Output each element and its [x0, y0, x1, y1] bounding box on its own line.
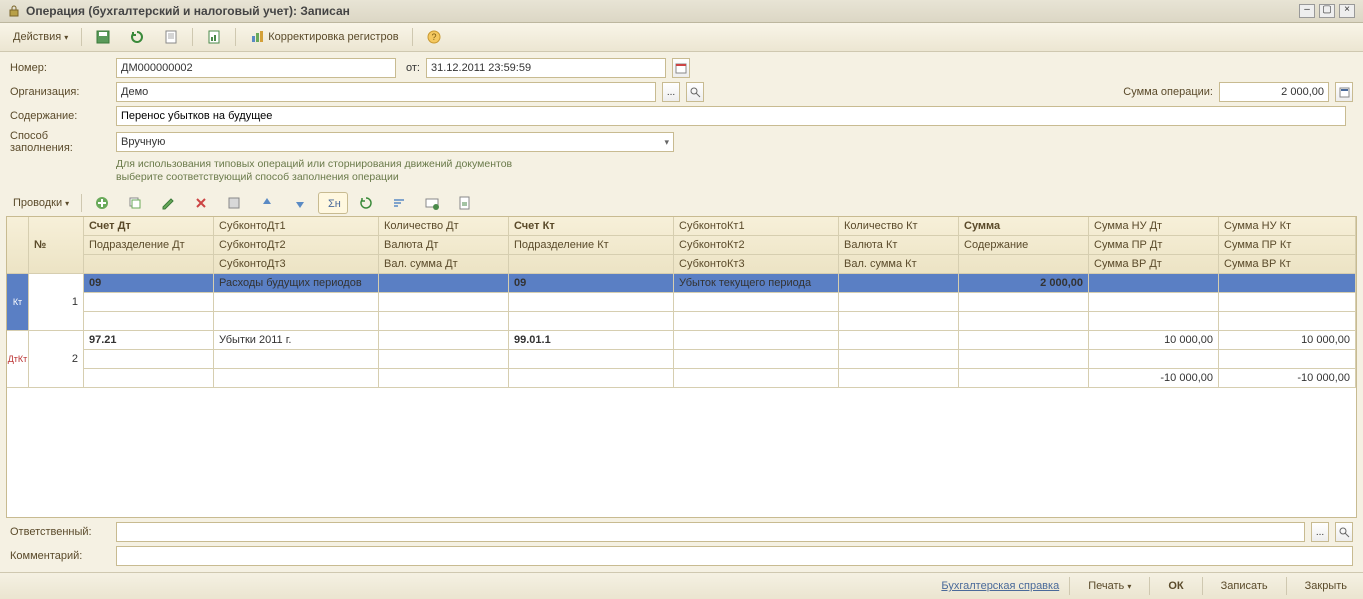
tb-report-icon[interactable]: [199, 26, 229, 48]
responsible-field[interactable]: [116, 522, 1305, 542]
minimize-button[interactable]: –: [1299, 4, 1315, 18]
col-subdt3: СубконтоДт3: [214, 255, 379, 274]
date-label: от:: [406, 62, 420, 74]
close-footer-button[interactable]: Закрыть: [1297, 578, 1355, 594]
svg-text:Σн: Σн: [328, 198, 341, 210]
org-search-button[interactable]: [686, 82, 704, 102]
date-picker-button[interactable]: [672, 58, 690, 78]
ok-button[interactable]: ОК: [1160, 578, 1191, 594]
col-subkt3: СубконтоКт3: [674, 255, 839, 274]
sum-button[interactable]: Σн: [318, 192, 348, 214]
sum-field[interactable]: 2 000,00: [1219, 82, 1329, 102]
fill-label: Способ заполнения:: [10, 130, 110, 154]
print-button[interactable]: Печать ▾: [1080, 578, 1139, 594]
sum-calc-button[interactable]: [1335, 82, 1353, 102]
tb-refresh-icon[interactable]: [122, 26, 152, 48]
responsible-select-button[interactable]: ...: [1311, 522, 1329, 542]
close-button[interactable]: ×: [1339, 4, 1355, 18]
edit-row-button[interactable]: [153, 192, 183, 214]
responsible-label: Ответственный:: [10, 526, 110, 538]
col-acc-kt: Счет Кт: [509, 217, 674, 236]
save-button[interactable]: Записать: [1213, 578, 1276, 594]
maximize-button[interactable]: ▢: [1319, 4, 1335, 18]
move-down-button[interactable]: [285, 192, 315, 214]
move-up-button[interactable]: [252, 192, 282, 214]
footer-bar: Бухгалтерская справка Печать ▾ ОК Записа…: [0, 572, 1363, 599]
settings-button[interactable]: [417, 192, 447, 214]
col-cur-dt: Валюта Дт: [379, 236, 509, 255]
help-button[interactable]: ?: [419, 26, 449, 48]
col-nu-dt: Сумма НУ Дт: [1089, 217, 1219, 236]
entries-grid[interactable]: № Счет Дт Подразделение Дт СубконтоДт1 С…: [6, 216, 1357, 518]
comment-label: Комментарий:: [10, 550, 110, 562]
col-dept-kt: Подразделение Кт: [509, 236, 674, 255]
delete-row-button[interactable]: [186, 192, 216, 214]
actions-menu[interactable]: Действия ▾: [6, 26, 75, 48]
lock-icon: [8, 5, 20, 17]
hint-text: Для использования типовых операций или с…: [116, 158, 1353, 184]
col-num: №: [29, 217, 84, 274]
responsible-search-button[interactable]: [1335, 522, 1353, 542]
org-field[interactable]: Демо: [116, 82, 656, 102]
table-row[interactable]: ДтКт 2 97.21 Убытки 2011 г. 99.01.1 10 0…: [7, 331, 1356, 388]
entries-menu[interactable]: Проводки ▾: [6, 192, 76, 214]
tb-doc-icon[interactable]: [156, 26, 186, 48]
org-select-button[interactable]: ...: [662, 82, 680, 102]
col-dept-dt: Подразделение Дт: [84, 236, 214, 255]
col-nu-kt: Сумма НУ Кт: [1219, 217, 1356, 236]
form-area: Номер: ДМ000000002 от: 31.12.2011 23:59:…: [0, 52, 1363, 190]
col-subdt2: СубконтоДт2: [214, 236, 379, 255]
sort-button[interactable]: [384, 192, 414, 214]
org-label: Организация:: [10, 86, 110, 98]
col-subdt1: СубконтоДт1: [214, 217, 379, 236]
comment-field[interactable]: [116, 546, 1353, 566]
col-qty-dt: Количество Дт: [379, 217, 509, 236]
fill-button[interactable]: [219, 192, 249, 214]
col-pr-dt: Сумма ПР Дт: [1089, 236, 1219, 255]
col-cursum-kt: Вал. сумма Кт: [839, 255, 959, 274]
date-field[interactable]: 31.12.2011 23:59:59: [426, 58, 666, 78]
add-row-button[interactable]: [87, 192, 117, 214]
window-title: Операция (бухгалтерский и налоговый учет…: [26, 4, 1293, 18]
col-content: Содержание: [959, 236, 1089, 255]
col-subkt2: СубконтоКт2: [674, 236, 839, 255]
col-pr-kt: Сумма ПР Кт: [1219, 236, 1356, 255]
grid-toolbar: Проводки ▾ Σн: [0, 190, 1363, 216]
grid-body[interactable]: Кт 1 09 Расходы будущих периодов 09 Убыт…: [7, 274, 1356, 517]
col-subkt1: СубконтоКт1: [674, 217, 839, 236]
bottom-fields: Ответственный: ... Комментарий:: [0, 518, 1363, 572]
content-field[interactable]: [116, 106, 1346, 126]
col-vr-kt: Сумма ВР Кт: [1219, 255, 1356, 274]
col-acc-dt: Счет Дт: [84, 217, 214, 236]
svg-text:?: ?: [431, 32, 436, 42]
main-toolbar: Действия ▾ Корректировка регистров ?: [0, 23, 1363, 52]
table-row[interactable]: Кт 1 09 Расходы будущих периодов 09 Убыт…: [7, 274, 1356, 331]
copy-row-button[interactable]: [120, 192, 150, 214]
number-field[interactable]: ДМ000000002: [116, 58, 396, 78]
sum-label: Сумма операции:: [1123, 86, 1213, 98]
titlebar: Операция (бухгалтерский и налоговый учет…: [0, 0, 1363, 23]
col-sum: Сумма: [959, 217, 1089, 236]
number-label: Номер:: [10, 62, 110, 74]
grid-header: № Счет Дт Подразделение Дт СубконтоДт1 С…: [7, 217, 1356, 274]
col-cur-kt: Валюта Кт: [839, 236, 959, 255]
col-cursum-dt: Вал. сумма Дт: [379, 255, 509, 274]
tb-save-icon[interactable]: [88, 26, 118, 48]
col-qty-kt: Количество Кт: [839, 217, 959, 236]
fill-method-dropdown[interactable]: Вручную▾: [116, 132, 674, 152]
accounting-report-link[interactable]: Бухгалтерская справка: [941, 580, 1059, 592]
export-button[interactable]: [450, 192, 480, 214]
content-label: Содержание:: [10, 110, 110, 122]
refresh-button[interactable]: [351, 192, 381, 214]
col-vr-dt: Сумма ВР Дт: [1089, 255, 1219, 274]
register-correction-button[interactable]: Корректировка регистров: [242, 26, 405, 48]
chevron-down-icon: ▾: [664, 137, 669, 148]
